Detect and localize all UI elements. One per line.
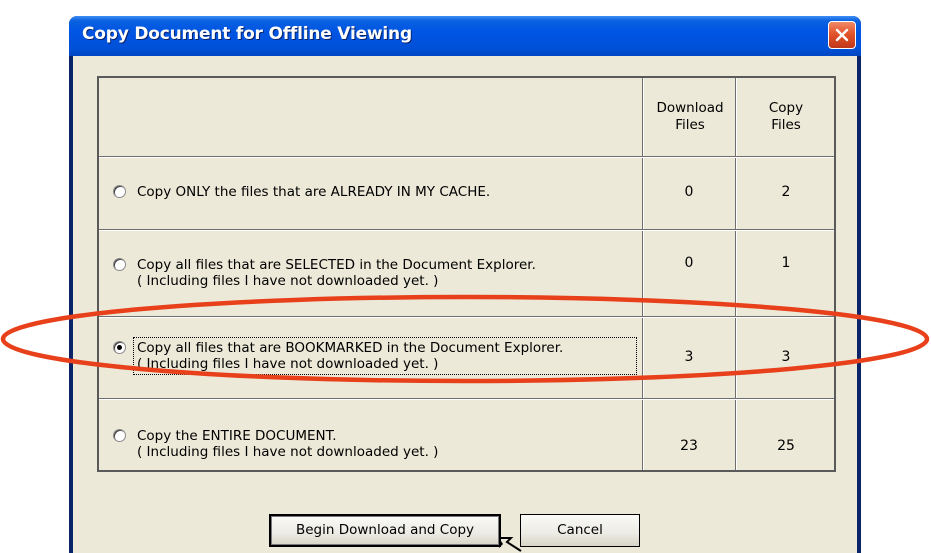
radio-entire-document[interactable]: [113, 429, 126, 442]
option-cached-only[interactable]: Copy ONLY the files that are ALREADY IN …: [111, 183, 631, 203]
option-bookmarked-sublabel: ( Including files I have not downloaded …: [137, 356, 439, 372]
option-selected-label: Copy all files that are SELECTED in the …: [137, 257, 536, 273]
cancel-button[interactable]: Cancel: [520, 514, 640, 547]
option-entire-document-label: Copy the ENTIRE DOCUMENT.: [137, 428, 337, 444]
mouse-pointer-icon: [499, 537, 522, 552]
option-entire-document[interactable]: Copy the ENTIRE DOCUMENT. ( Including fi…: [111, 427, 631, 467]
row4-download-count: 23: [680, 438, 698, 454]
option-bookmarked[interactable]: Copy all files that are BOOKMARKED in th…: [111, 337, 639, 379]
radio-selected[interactable]: [113, 258, 126, 271]
close-button[interactable]: [828, 21, 856, 49]
options-table: Download Files Copy Files Copy ONLY the …: [97, 76, 836, 472]
option-selected-sublabel: ( Including files I have not downloaded …: [137, 273, 439, 289]
row2-copy-count: 1: [781, 255, 791, 271]
dialog-title: Copy Document for Offline Viewing: [82, 24, 412, 44]
copy-offline-dialog: Copy Document for Offline Viewing Downlo…: [69, 16, 861, 553]
header-download-files: Download Files: [656, 100, 724, 133]
begin-download-and-copy-button[interactable]: Begin Download and Copy: [269, 514, 501, 547]
option-entire-document-sublabel: ( Including files I have not downloaded …: [137, 444, 439, 460]
radio-bookmarked[interactable]: [113, 341, 126, 354]
close-icon: [835, 28, 849, 42]
row3-copy-count: 3: [781, 349, 791, 365]
row1-copy-count: 2: [781, 184, 791, 200]
option-cached-only-label: Copy ONLY the files that are ALREADY IN …: [137, 184, 491, 200]
option-selected[interactable]: Copy all files that are SELECTED in the …: [111, 256, 631, 296]
dialog-client-area: Download Files Copy Files Copy ONLY the …: [73, 56, 857, 553]
row3-download-count: 3: [684, 349, 694, 365]
screenshot-stage: Copy Document for Offline Viewing Downlo…: [0, 0, 931, 553]
radio-cached-only[interactable]: [113, 185, 126, 198]
row1-download-count: 0: [684, 184, 694, 200]
row4-copy-count: 25: [777, 438, 795, 454]
header-copy-files: Copy Files: [768, 100, 804, 133]
title-bar[interactable]: Copy Document for Offline Viewing: [69, 16, 861, 56]
row2-download-count: 0: [684, 255, 694, 271]
radio-selected-dot: [117, 345, 122, 350]
option-bookmarked-label: Copy all files that are BOOKMARKED in th…: [137, 340, 564, 356]
